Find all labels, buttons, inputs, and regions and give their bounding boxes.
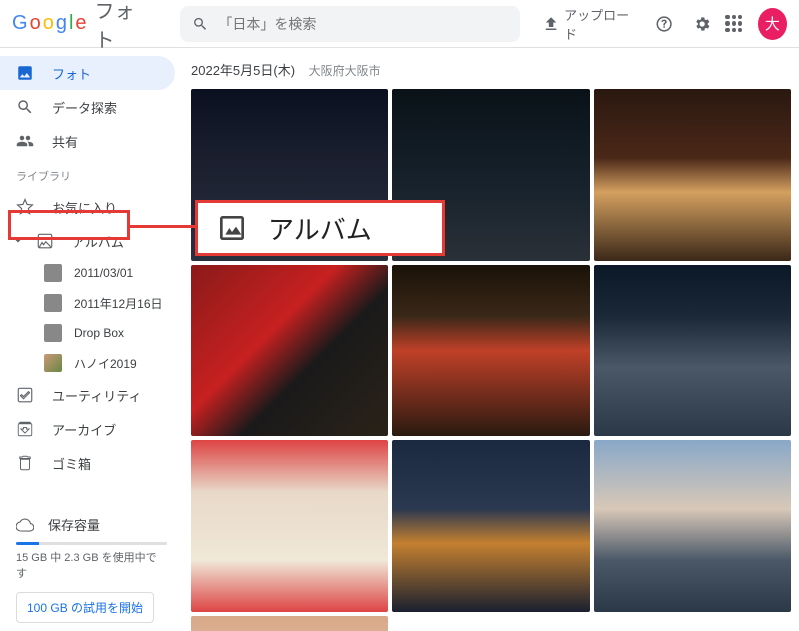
nav-photos[interactable]: フォト bbox=[0, 56, 175, 90]
search-icon bbox=[192, 15, 208, 33]
nav-sharing[interactable]: 共有 bbox=[0, 124, 175, 158]
photo-thumbnail[interactable] bbox=[594, 89, 791, 261]
nav-trash[interactable]: ゴミ箱 bbox=[0, 446, 175, 480]
nav-favorites[interactable]: お気に入り bbox=[0, 190, 175, 224]
nav-label: ユーティリティ bbox=[52, 386, 141, 405]
account-avatar[interactable]: 大 bbox=[758, 8, 787, 40]
archive-icon bbox=[16, 420, 34, 438]
apps-icon[interactable] bbox=[725, 15, 741, 33]
album-thumb bbox=[44, 354, 62, 372]
nav-explore[interactable]: データ探索 bbox=[0, 90, 175, 124]
album-thumb bbox=[44, 324, 62, 342]
nav-label: ゴミ箱 bbox=[52, 454, 91, 473]
nav-utilities[interactable]: ユーティリティ bbox=[0, 378, 175, 412]
nav-label: 共有 bbox=[52, 132, 78, 151]
album-icon bbox=[216, 212, 248, 244]
google-photos-logo[interactable]: Google フォト bbox=[12, 0, 142, 53]
photo-thumbnail[interactable] bbox=[191, 440, 388, 612]
storage-text: 15 GB 中 2.3 GB を使用中です bbox=[16, 551, 167, 582]
photo-grid bbox=[191, 89, 791, 631]
storage-bar bbox=[16, 542, 167, 545]
upload-icon bbox=[542, 14, 560, 34]
chevron-down-icon bbox=[12, 232, 24, 250]
storage-section: 保存容量 15 GB 中 2.3 GB を使用中です 100 GB の試用を開始 bbox=[0, 515, 183, 623]
nav-label: お気に入り bbox=[52, 198, 117, 217]
sidebar: フォト データ探索 共有 ライブラリ お気に入り アルバム 2011/03/01… bbox=[0, 48, 183, 631]
album-item[interactable]: 2011年12月16日 bbox=[0, 288, 183, 318]
star-icon bbox=[16, 198, 34, 216]
date-header: 2022年5月5日(木) 大阪府大阪市 bbox=[191, 60, 791, 79]
search-input[interactable] bbox=[218, 16, 508, 32]
main-content: 2022年5月5日(木) 大阪府大阪市 bbox=[183, 48, 799, 631]
nav-albums[interactable]: アルバム bbox=[0, 224, 175, 258]
trash-icon bbox=[16, 454, 34, 472]
album-thumb bbox=[44, 294, 62, 312]
header: Google フォト アップロード 大 bbox=[0, 0, 799, 48]
photo-thumbnail[interactable] bbox=[191, 265, 388, 437]
image-icon bbox=[16, 64, 34, 82]
album-icon bbox=[36, 232, 54, 250]
help-icon[interactable] bbox=[655, 14, 673, 34]
album-item[interactable]: ハノイ2019 bbox=[0, 348, 183, 378]
nav-label: アーカイブ bbox=[52, 420, 116, 439]
photo-thumbnail[interactable] bbox=[392, 440, 589, 612]
photo-thumbnail[interactable] bbox=[594, 440, 791, 612]
library-section-label: ライブラリ bbox=[0, 158, 183, 190]
people-icon bbox=[16, 132, 34, 150]
annotation-callout: アルバム bbox=[195, 200, 445, 256]
annotation-connector bbox=[130, 225, 195, 228]
photo-thumbnail[interactable] bbox=[191, 616, 388, 631]
nav-label: アルバム bbox=[72, 232, 124, 251]
album-item[interactable]: 2011/03/01 bbox=[0, 258, 183, 288]
trial-button[interactable]: 100 GB の試用を開始 bbox=[16, 592, 154, 623]
nav-archive[interactable]: アーカイブ bbox=[0, 412, 175, 446]
cloud-icon bbox=[16, 516, 34, 534]
photo-thumbnail[interactable] bbox=[392, 265, 589, 437]
search-icon bbox=[16, 98, 34, 116]
settings-icon[interactable] bbox=[693, 14, 711, 34]
utilities-icon bbox=[16, 386, 34, 404]
album-thumb bbox=[44, 264, 62, 282]
photo-thumbnail[interactable] bbox=[594, 265, 791, 437]
upload-button[interactable]: アップロード bbox=[536, 0, 641, 49]
nav-label: フォト bbox=[52, 64, 91, 83]
nav-label: データ探索 bbox=[52, 98, 117, 117]
album-item[interactable]: Drop Box bbox=[0, 318, 183, 348]
search-bar[interactable] bbox=[180, 6, 520, 42]
